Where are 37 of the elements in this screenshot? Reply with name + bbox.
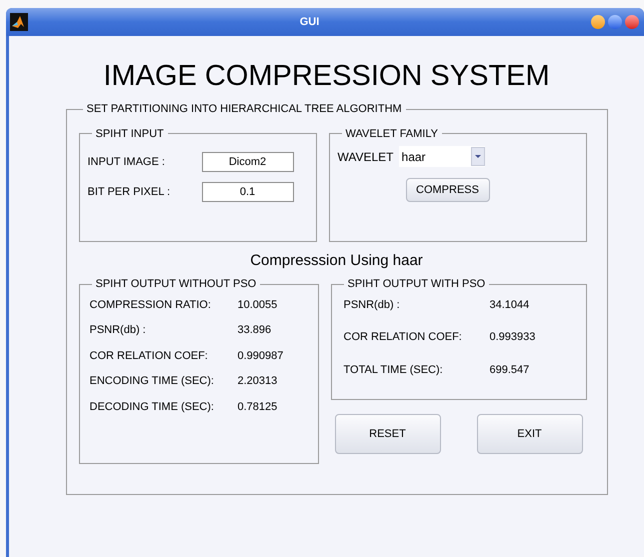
result-label: TOTAL TIME (SEC): (344, 362, 444, 378)
result-value: 0.78125 (238, 400, 278, 414)
push-button[interactable]: EXIT (476, 414, 582, 454)
field-label: INPUT IMAGE : (88, 154, 165, 170)
group-title: SPIHT OUTPUT WITHOUT PSO (94, 277, 258, 292)
result-value: 0.993933 (490, 330, 536, 345)
status-text: Compresssion Using haar (250, 250, 423, 270)
wavelet-dropdown[interactable]: haar (398, 146, 485, 167)
field-label: BIT PER PIXEL : (88, 184, 170, 200)
minimize-button[interactable] (591, 15, 605, 29)
result-label: COR RELATION COEF: (90, 348, 209, 364)
result-value: 0.990987 (238, 348, 284, 364)
push-button[interactable]: RESET (334, 414, 440, 454)
page-heading: IMAGE COMPRESSION SYSTEM (103, 62, 550, 91)
result-label: DECODING TIME (SEC): (90, 400, 215, 414)
result-value: 34.1044 (490, 298, 530, 312)
result-value: 33.896 (238, 323, 272, 338)
result-label: PSNR(db) : (344, 298, 401, 312)
maximize-button[interactable] (608, 15, 622, 29)
text-field[interactable]: 0.1 (202, 182, 294, 202)
result-value: 699.547 (490, 362, 530, 378)
result-label: PSNR(db) : (90, 323, 147, 338)
result-value: 2.20313 (238, 374, 278, 389)
group-title: SPIHT OUTPUT WITH PSO (346, 277, 486, 292)
group-title: WAVELET FAMILY (344, 126, 440, 142)
close-button[interactable] (625, 15, 639, 29)
result-label: COMPRESSION RATIO: (90, 298, 212, 312)
field-label: WAVELET (338, 148, 394, 166)
result-value: 10.0055 (238, 298, 278, 312)
group-title: SET PARTITIONING INTO HIERARCHICAL TREE ALGORITHM (86, 102, 403, 117)
result-label: COR RELATION COEF: (344, 330, 463, 345)
group-title: SPIHT INPUT (94, 126, 165, 142)
text-field[interactable]: Dicom2 (202, 152, 294, 172)
window-title: GUI (300, 14, 320, 30)
app-logo-icon (10, 13, 28, 31)
result-label: ENCODING TIME (SEC): (90, 374, 215, 389)
push-button[interactable]: COMPRESS (406, 178, 490, 202)
